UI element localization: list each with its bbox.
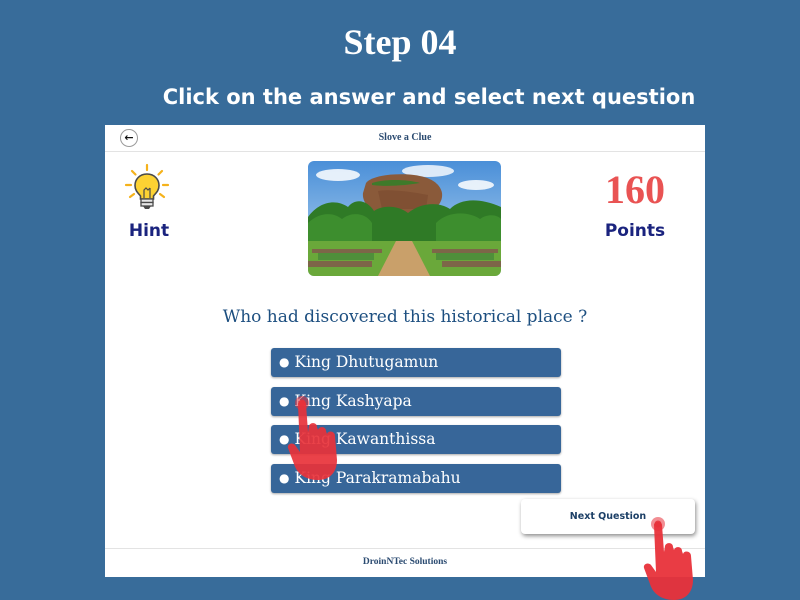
instruction-text: Click on the answer and select next ques…: [162, 85, 696, 109]
bullet-icon: ●: [279, 355, 290, 369]
bullet-icon: ●: [279, 393, 290, 408]
answer-label: King Parakramabahu: [294, 468, 461, 487]
question-text: Who had discovered this historical place…: [222, 307, 588, 327]
answer-label: King Kashyapa: [294, 391, 412, 410]
bullet-icon: ●: [279, 470, 290, 485]
answer-label: King Kawanthissa: [294, 430, 436, 448]
app-screen: ← Slove a Clue Hint 160 Points Who had d…: [105, 125, 705, 577]
answer-option[interactable]: ● King Parakramabahu: [271, 463, 561, 493]
sigiriya-rock-photo: [308, 161, 501, 276]
points-label: Points: [604, 221, 666, 241]
answer-option[interactable]: ● King Dhutugamun: [271, 348, 561, 377]
answer-list: ● King Dhutugamun ● King Kashyapa ● King Ka…: [271, 348, 561, 502]
hint-button[interactable]: Hint: [121, 163, 177, 247]
points-value: 160: [605, 167, 665, 212]
step-title: Step 04: [343, 22, 457, 62]
app-title: Slove a Clue: [378, 132, 432, 143]
answer-option[interactable]: ● King Kashyapa: [271, 386, 561, 416]
hint-label: Hint: [128, 221, 170, 241]
next-question-button[interactable]: Next Question: [521, 499, 695, 534]
answer-label: King Dhutugamun: [294, 353, 439, 371]
answer-option[interactable]: ● King Kawanthissa: [271, 425, 561, 454]
clue-image: [308, 161, 501, 276]
app-header: ← Slove a Clue: [105, 125, 705, 152]
footer-text: DroinNTec Solutions: [105, 548, 705, 577]
lightbulb-icon: [124, 163, 170, 209]
bullet-icon: ●: [279, 432, 290, 446]
